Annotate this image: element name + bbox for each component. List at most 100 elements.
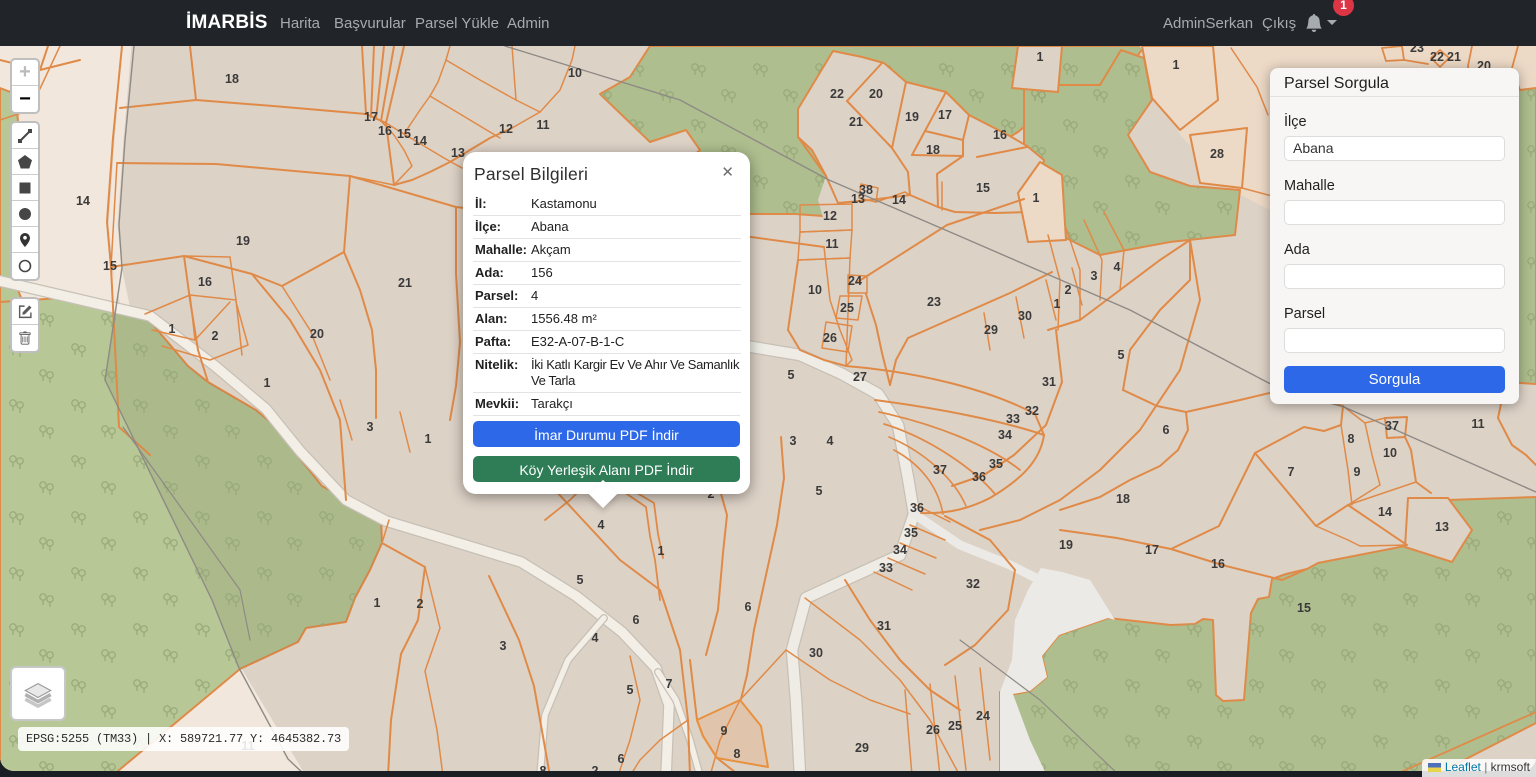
svg-text:11: 11 bbox=[1471, 417, 1484, 431]
svg-text:23: 23 bbox=[927, 295, 941, 309]
svg-text:16: 16 bbox=[1211, 557, 1225, 571]
svg-text:32: 32 bbox=[966, 577, 980, 591]
svg-text:35: 35 bbox=[989, 457, 1003, 471]
svg-text:1: 1 bbox=[264, 376, 271, 390]
svg-text:34: 34 bbox=[998, 428, 1012, 442]
svg-text:19: 19 bbox=[905, 110, 919, 124]
svg-text:14: 14 bbox=[413, 134, 427, 148]
svg-text:13: 13 bbox=[451, 146, 465, 160]
svg-text:32: 32 bbox=[1025, 404, 1039, 418]
svg-text:8: 8 bbox=[540, 764, 547, 771]
svg-text:1: 1 bbox=[425, 432, 432, 446]
svg-text:14: 14 bbox=[76, 194, 90, 208]
svg-text:12: 12 bbox=[823, 209, 837, 223]
svg-text:15: 15 bbox=[1297, 601, 1311, 615]
svg-text:34: 34 bbox=[893, 543, 907, 557]
svg-text:33: 33 bbox=[879, 561, 893, 575]
svg-text:12: 12 bbox=[499, 122, 513, 136]
svg-text:19: 19 bbox=[1059, 538, 1073, 552]
svg-text:6: 6 bbox=[633, 613, 640, 627]
svg-text:21: 21 bbox=[1447, 50, 1461, 64]
svg-text:4: 4 bbox=[598, 518, 605, 532]
svg-text:15: 15 bbox=[103, 259, 117, 273]
svg-text:1: 1 bbox=[1033, 191, 1040, 205]
svg-text:20: 20 bbox=[869, 87, 883, 101]
svg-text:37: 37 bbox=[933, 463, 947, 477]
svg-text:16: 16 bbox=[198, 275, 212, 289]
svg-text:1: 1 bbox=[169, 322, 176, 336]
svg-text:28: 28 bbox=[1210, 147, 1224, 161]
svg-text:1: 1 bbox=[1054, 297, 1061, 311]
svg-text:24: 24 bbox=[976, 709, 990, 723]
svg-text:15: 15 bbox=[397, 127, 411, 141]
svg-text:4: 4 bbox=[827, 434, 834, 448]
svg-text:5: 5 bbox=[577, 573, 584, 587]
svg-text:13: 13 bbox=[1435, 520, 1449, 534]
svg-text:7: 7 bbox=[666, 677, 673, 691]
svg-text:17: 17 bbox=[1145, 543, 1159, 557]
svg-text:37: 37 bbox=[1385, 419, 1399, 433]
svg-text:25: 25 bbox=[840, 301, 854, 315]
svg-text:18: 18 bbox=[1116, 492, 1130, 506]
svg-text:4: 4 bbox=[1114, 260, 1121, 274]
svg-text:16: 16 bbox=[378, 124, 392, 138]
svg-text:5: 5 bbox=[627, 683, 634, 697]
svg-text:11: 11 bbox=[536, 118, 549, 132]
svg-text:18: 18 bbox=[225, 72, 239, 86]
svg-text:33: 33 bbox=[1006, 412, 1020, 426]
svg-text:19: 19 bbox=[236, 234, 250, 248]
svg-text:21: 21 bbox=[398, 276, 412, 290]
svg-text:2: 2 bbox=[1065, 283, 1072, 297]
svg-text:8: 8 bbox=[1348, 432, 1355, 446]
svg-text:5: 5 bbox=[1118, 348, 1125, 362]
svg-text:6: 6 bbox=[1163, 423, 1170, 437]
svg-text:17: 17 bbox=[938, 108, 952, 122]
svg-text:18: 18 bbox=[926, 143, 940, 157]
svg-text:10: 10 bbox=[1383, 446, 1397, 460]
svg-text:22: 22 bbox=[1430, 50, 1444, 64]
svg-text:16: 16 bbox=[993, 128, 1007, 142]
svg-text:1: 1 bbox=[1173, 58, 1180, 72]
svg-text:21: 21 bbox=[849, 115, 863, 129]
svg-text:11: 11 bbox=[825, 237, 838, 251]
svg-text:6: 6 bbox=[745, 600, 752, 614]
svg-text:3: 3 bbox=[790, 434, 797, 448]
svg-text:4: 4 bbox=[592, 631, 599, 645]
svg-text:1: 1 bbox=[1037, 50, 1044, 64]
svg-text:3: 3 bbox=[500, 639, 507, 653]
svg-text:24: 24 bbox=[848, 274, 862, 288]
svg-text:2: 2 bbox=[417, 597, 424, 611]
svg-text:13: 13 bbox=[851, 192, 865, 206]
svg-text:5: 5 bbox=[816, 484, 823, 498]
svg-text:36: 36 bbox=[972, 470, 986, 484]
svg-text:29: 29 bbox=[855, 741, 869, 755]
svg-text:7: 7 bbox=[1288, 465, 1295, 479]
svg-text:1: 1 bbox=[374, 596, 381, 610]
svg-text:10: 10 bbox=[808, 283, 822, 297]
svg-text:36: 36 bbox=[910, 501, 924, 515]
svg-text:9: 9 bbox=[721, 724, 728, 738]
svg-text:2: 2 bbox=[212, 329, 219, 343]
svg-text:20: 20 bbox=[310, 327, 324, 341]
svg-text:10: 10 bbox=[568, 66, 582, 80]
svg-text:30: 30 bbox=[809, 646, 823, 660]
svg-text:9: 9 bbox=[1354, 465, 1361, 479]
svg-text:31: 31 bbox=[877, 619, 891, 633]
svg-text:22: 22 bbox=[830, 87, 844, 101]
svg-text:26: 26 bbox=[823, 331, 837, 345]
svg-text:35: 35 bbox=[904, 526, 918, 540]
svg-text:25: 25 bbox=[948, 719, 962, 733]
svg-text:14: 14 bbox=[892, 193, 906, 207]
svg-text:15: 15 bbox=[976, 181, 990, 195]
svg-text:27: 27 bbox=[853, 370, 867, 384]
svg-text:31: 31 bbox=[1042, 375, 1056, 389]
svg-text:2: 2 bbox=[592, 764, 599, 771]
svg-text:3: 3 bbox=[1091, 269, 1098, 283]
svg-text:26: 26 bbox=[926, 723, 940, 737]
svg-text:23: 23 bbox=[1410, 46, 1424, 55]
svg-text:29: 29 bbox=[984, 323, 998, 337]
svg-text:1: 1 bbox=[658, 544, 665, 558]
svg-text:3: 3 bbox=[367, 420, 374, 434]
svg-text:5: 5 bbox=[788, 368, 795, 382]
svg-text:17: 17 bbox=[364, 110, 378, 124]
